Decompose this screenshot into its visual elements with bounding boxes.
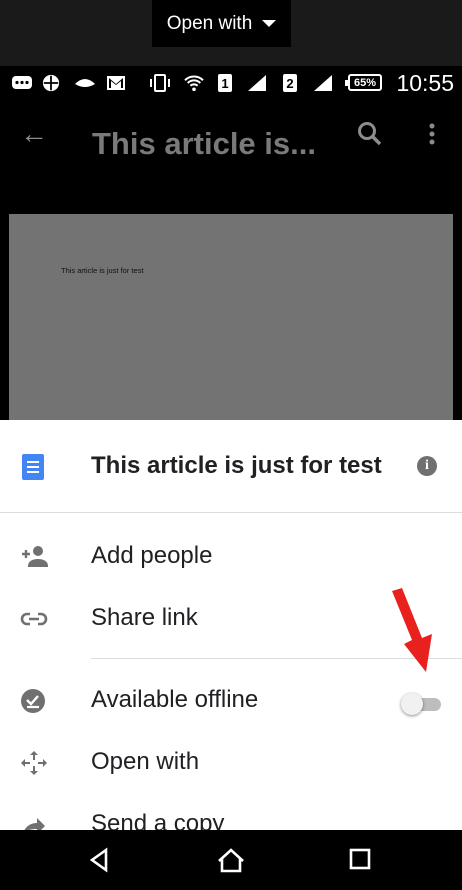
recents-icon[interactable] xyxy=(347,846,373,872)
add-people-item[interactable]: Add people xyxy=(0,526,462,588)
available-offline-label: Available offline xyxy=(91,686,259,713)
share-link-label: Share link xyxy=(91,604,198,631)
open-with-label: Open with xyxy=(91,748,200,775)
open-with-icon xyxy=(21,751,47,775)
add-people-label: Add people xyxy=(91,542,213,569)
send-copy-item[interactable]: Send a copy xyxy=(0,794,462,830)
info-icon[interactable]: i xyxy=(417,456,437,476)
more-vert-icon[interactable] xyxy=(425,122,439,148)
offline-check-icon xyxy=(21,689,45,713)
message-icon xyxy=(12,76,32,89)
open-with-chip-label: Open with xyxy=(166,12,253,34)
document-title: This article is... xyxy=(92,126,316,161)
back-icon[interactable] xyxy=(86,846,114,874)
send-copy-icon xyxy=(24,818,45,830)
sim1-badge: 1 xyxy=(218,74,232,92)
search-icon[interactable] xyxy=(356,120,384,148)
available-offline-item[interactable]: Available offline xyxy=(0,670,462,732)
app-icon xyxy=(42,74,60,92)
news-icon xyxy=(75,79,95,87)
battery-indicator: 65% xyxy=(345,74,382,91)
navigation-bar xyxy=(0,830,462,890)
add-person-icon xyxy=(22,546,48,567)
document-preview[interactable]: This article is just for test xyxy=(9,214,453,420)
link-icon xyxy=(20,612,48,626)
home-icon[interactable] xyxy=(216,846,246,874)
bottom-sheet: This article is just for test i Add peop… xyxy=(0,420,462,830)
dropdown-arrow-icon xyxy=(262,20,277,27)
preview-text: This article is just for test xyxy=(61,266,144,275)
open-with-item[interactable]: Open with xyxy=(0,732,462,794)
sim2-badge: 2 xyxy=(283,74,297,92)
open-with-chip[interactable]: Open with xyxy=(152,0,291,47)
signal-icon xyxy=(248,75,266,91)
annotation-arrow-icon xyxy=(392,588,432,672)
clock: 10:55 xyxy=(396,70,454,96)
sheet-document-title: This article is just for test xyxy=(91,452,382,479)
vibrate-icon xyxy=(150,74,170,92)
back-arrow-icon[interactable]: ← xyxy=(20,118,48,150)
document-toolbar: ← This article is... xyxy=(0,100,462,200)
wifi-icon xyxy=(184,75,204,92)
gmail-icon xyxy=(107,76,125,90)
send-copy-label: Send a copy xyxy=(91,810,225,830)
google-docs-icon xyxy=(22,454,44,480)
available-offline-toggle[interactable] xyxy=(401,692,441,716)
status-bar: 1 2 65% 10:55 xyxy=(0,66,462,100)
signal-icon xyxy=(314,75,332,91)
sheet-header: This article is just for test i xyxy=(0,420,462,513)
